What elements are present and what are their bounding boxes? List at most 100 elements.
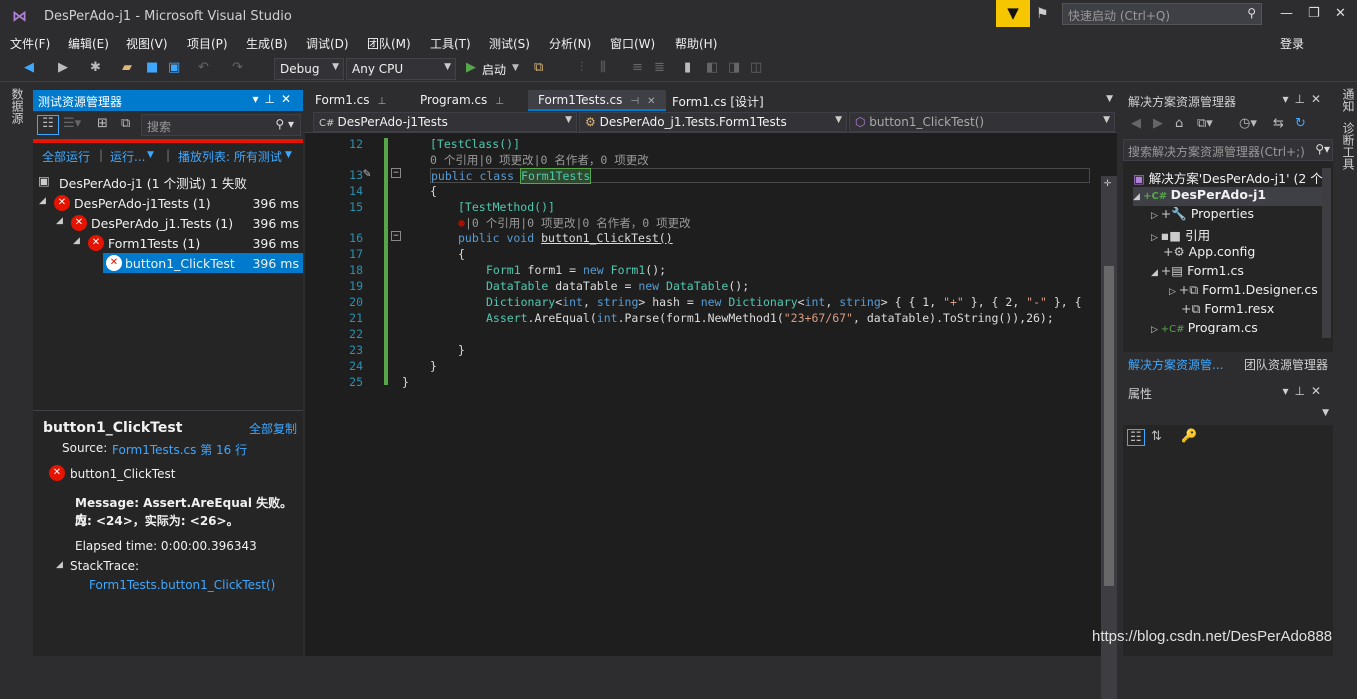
uncomment-icon[interactable]: ≣: [654, 60, 665, 75]
type-nav-select[interactable]: ⚙ DesPerAdo_j1.Tests.Form1Tests ▼: [579, 112, 847, 132]
pin-icon[interactable]: ⊥: [495, 96, 504, 107]
home-icon[interactable]: ⌂: [1175, 116, 1183, 131]
menu-build[interactable]: 生成(B): [246, 35, 288, 52]
redo-icon[interactable]: ↷: [232, 60, 243, 75]
tree-row-selected[interactable]: ✕ button1_ClickTest 396 ms: [103, 253, 303, 273]
close-icon[interactable]: ✕: [1335, 6, 1346, 21]
copy-icon[interactable]: ⧉: [121, 116, 130, 131]
codelens-info[interactable]: |0 个引用|0 项更改|0 名作者，0 项更改: [465, 216, 691, 230]
solution-scrollbar[interactable]: [1322, 168, 1331, 338]
save-icon[interactable]: ■: [146, 60, 158, 75]
expand-icon[interactable]: ◢: [56, 560, 63, 570]
code-editor[interactable]: 12 13 14 15 16 17 18 19 20 21 22 23 24 2…: [305, 133, 1117, 699]
switch-views-icon[interactable]: ⧉▾: [1197, 116, 1213, 131]
pin-icon[interactable]: ⊥: [264, 92, 280, 106]
minimize-icon[interactable]: —: [1280, 6, 1293, 21]
restore-icon[interactable]: ❐: [1308, 6, 1320, 21]
pin-icon[interactable]: ⊥: [1294, 92, 1310, 106]
copy-all-link[interactable]: 全部复制: [249, 420, 297, 437]
tree-item-program-cs[interactable]: ▷ +C# Program.cs: [1151, 320, 1258, 334]
forward-icon[interactable]: ▶: [1153, 116, 1163, 131]
playlist-icon[interactable]: ⊞: [97, 116, 108, 131]
tree-row[interactable]: ◢ ✕ DesPerAdo_j1.Tests (1) 396 ms: [33, 213, 303, 233]
indent-icon[interactable]: ⫼: [600, 60, 606, 75]
menu-analyze[interactable]: 分析(N): [549, 35, 591, 52]
quick-launch-input[interactable]: 快速启动 (Ctrl+Q) ⚲: [1062, 3, 1262, 25]
menu-window[interactable]: 窗口(W): [610, 35, 655, 52]
group-by-icon[interactable]: ☷: [37, 115, 59, 135]
menu-project[interactable]: 项目(P): [187, 35, 228, 52]
quick-actions-icon[interactable]: ✎: [363, 166, 371, 181]
tab-form1-design[interactable]: Form1.cs [设计]: [662, 90, 774, 111]
menu-view[interactable]: 视图(V): [126, 35, 168, 52]
new-project-icon[interactable]: ✱: [90, 60, 101, 75]
window-position-icon[interactable]: ▾: [1282, 92, 1294, 106]
alphabetical-icon[interactable]: ⇅: [1151, 429, 1162, 444]
save-all-icon[interactable]: ▣: [168, 60, 180, 75]
start-button[interactable]: 启动: [482, 61, 506, 78]
window-position-icon[interactable]: ▾: [1282, 384, 1294, 398]
tab-solution-explorer[interactable]: 解决方案资源管...: [1128, 356, 1223, 373]
tree-row[interactable]: ◢ ✕ Form1Tests (1) 396 ms: [33, 233, 303, 253]
next-bookmark-icon[interactable]: ◨: [728, 60, 740, 75]
tree-item-references[interactable]: ▷ ▪■ 引用: [1151, 225, 1210, 244]
configuration-select[interactable]: Debug ▼: [274, 58, 344, 80]
group-dropdown-icon[interactable]: ☰▾: [63, 116, 81, 131]
tree-item-form1-cs[interactable]: ◢ +▤ Form1.cs: [1151, 263, 1244, 282]
collapse-icon[interactable]: −: [391, 168, 401, 178]
pin-icon[interactable]: ⊣: [630, 96, 639, 107]
tree-row[interactable]: ◢ ✕ DesPerAdo-j1Tests (1) 396 ms: [33, 193, 303, 213]
data-sources-tab[interactable]: 数据源: [9, 88, 26, 124]
run-link[interactable]: 运行...: [110, 148, 145, 165]
tree-item-form1-designer[interactable]: ▷ +⧉ Form1.Designer.cs: [1169, 282, 1333, 301]
start-play-icon[interactable]: ▶: [466, 60, 476, 75]
undo-icon[interactable]: ↶: [198, 60, 209, 75]
menu-help[interactable]: 帮助(H): [675, 35, 717, 52]
sync-icon[interactable]: ⇆: [1273, 116, 1284, 131]
tab-form1tests-cs[interactable]: Form1Tests.cs ⊣ ✕: [528, 90, 666, 111]
collapse-icon[interactable]: ▷: [1151, 325, 1161, 334]
split-icon[interactable]: ✛: [1104, 175, 1111, 189]
chevron-down-icon[interactable]: ▼: [285, 150, 292, 160]
run-all-link[interactable]: 全部运行: [42, 148, 90, 165]
diagnostic-tools-tab[interactable]: 诊断工具: [1340, 122, 1357, 170]
expand-icon[interactable]: ◢: [73, 236, 80, 246]
expand-icon[interactable]: ◢: [56, 216, 63, 226]
categorized-icon[interactable]: ☷: [1127, 429, 1145, 446]
sign-in-link[interactable]: 登录: [1280, 35, 1304, 52]
feedback-filter-icon[interactable]: ▼: [996, 0, 1030, 27]
collapse-icon[interactable]: −: [391, 231, 401, 241]
forward-icon[interactable]: ▶: [58, 60, 68, 75]
member-nav-select[interactable]: ⬡ button1_ClickTest() ▼: [849, 112, 1115, 132]
close-icon[interactable]: ✕: [647, 96, 655, 107]
solution-search-input[interactable]: 搜索解决方案资源管理器(Ctrl+;) ⚲▾: [1123, 139, 1333, 161]
collapse-icon[interactable]: ▷: [1151, 211, 1161, 221]
clear-bookmarks-icon[interactable]: ◫: [750, 60, 762, 75]
source-link[interactable]: Form1Tests.cs 第 16 行: [112, 441, 247, 458]
expand-icon[interactable]: ◢: [1133, 192, 1143, 202]
start-dropdown-icon[interactable]: ▼: [512, 63, 519, 73]
menu-test[interactable]: 测试(S): [489, 35, 530, 52]
menu-edit[interactable]: 编辑(E): [68, 35, 109, 52]
refresh-icon[interactable]: ↻: [1295, 116, 1306, 131]
browser-link-icon[interactable]: ⧉: [534, 60, 543, 75]
pending-changes-icon[interactable]: ◷▾: [1239, 116, 1257, 131]
scrollbar-thumb[interactable]: [1104, 266, 1114, 586]
project-nav-select[interactable]: C# DesPerAdo-j1Tests ▼: [313, 112, 577, 132]
expand-icon[interactable]: ◢: [39, 196, 46, 206]
notifications-icon[interactable]: ⚑: [1036, 6, 1049, 22]
notifications-tab[interactable]: 通知: [1340, 88, 1357, 112]
pin-icon[interactable]: ⊥: [378, 96, 387, 107]
tree-item-solution[interactable]: ▣ 解决方案'DesPerAdo-j1' (2 个: [1133, 168, 1323, 187]
pin-icon[interactable]: ⊥: [1294, 384, 1310, 398]
comment-icon[interactable]: ≡: [632, 60, 643, 75]
collapse-icon[interactable]: ▷: [1151, 233, 1161, 243]
open-folder-icon[interactable]: ▰: [122, 60, 132, 75]
back-icon[interactable]: ◀: [1131, 116, 1141, 131]
tab-team-explorer[interactable]: 团队资源管理器: [1244, 356, 1328, 373]
codelens-info[interactable]: 0 个引用|0 项更改|0 名作者，0 项更改: [430, 152, 649, 168]
vertical-scrollbar[interactable]: ✛: [1101, 175, 1117, 699]
bookmark-icon[interactable]: ▮: [684, 60, 691, 75]
align-icon[interactable]: ⫶: [580, 60, 583, 75]
menu-tools[interactable]: 工具(T): [430, 35, 471, 52]
